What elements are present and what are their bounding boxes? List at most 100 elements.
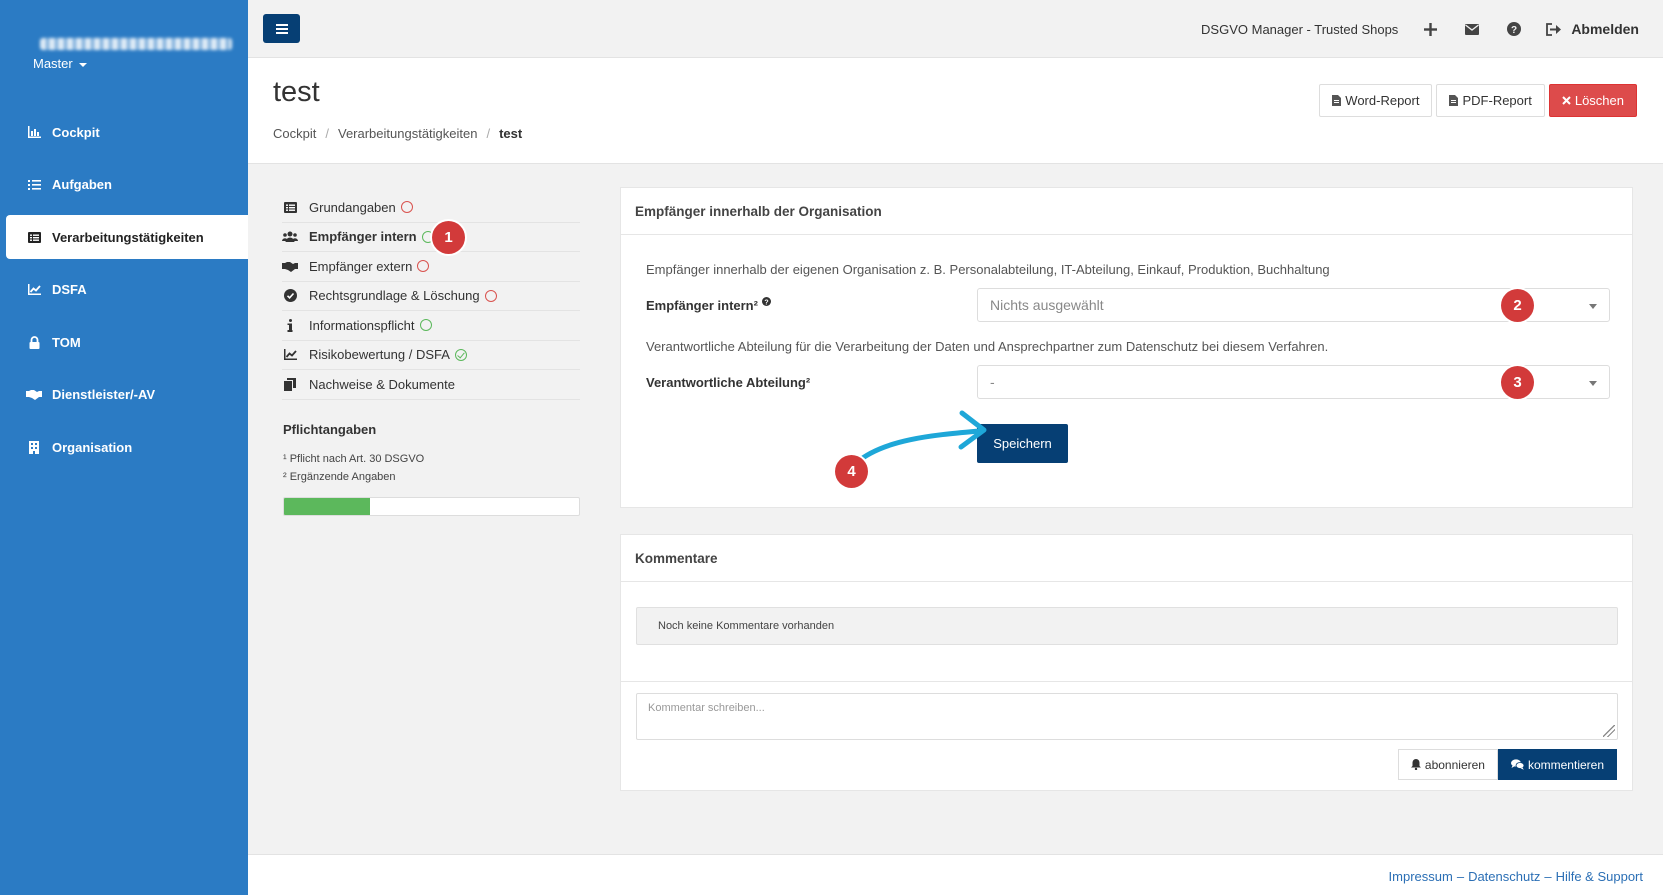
subscribe-button[interactable]: abonnieren <box>1397 749 1498 780</box>
abteilung-label: Verantwortliche Abteilung² <box>646 375 811 390</box>
sidebar-item-label: TOM <box>52 334 81 350</box>
select-value: Nichts ausgewählt <box>990 297 1104 313</box>
step-marker-4: 4 <box>835 455 868 488</box>
section-informationspflicht[interactable]: Informationspflicht <box>282 311 580 341</box>
topbar: DSGVO Manager - Trusted Shops ? Abmelden <box>248 0 1663 58</box>
caret-down-icon <box>1589 381 1597 386</box>
breadcrumb-verarbeitungstaetigkeiten[interactable]: Verarbeitungstätigkeiten <box>338 126 477 141</box>
comments-panel: Kommentare Noch keine Kommentare vorhand… <box>620 534 1633 791</box>
impressum-link[interactable]: Impressum <box>1389 869 1453 884</box>
sidebar-item-tom[interactable]: TOM <box>0 320 248 364</box>
subscribe-label: abonnieren <box>1424 757 1485 772</box>
status-incomplete-icon <box>417 260 430 273</box>
envelope-icon[interactable] <box>1462 19 1482 39</box>
section-rechtsgrundlage[interactable]: Rechtsgrundlage & Löschung <box>282 282 580 311</box>
footer-links: Impressum – Datenschutz – Hilfe & Support <box>1389 869 1643 884</box>
step-marker-3: 3 <box>1501 366 1534 399</box>
resize-handle-icon[interactable] <box>1603 725 1615 737</box>
section-nav: Grundangaben Empfänger intern 1 Empfänge… <box>282 193 580 400</box>
word-report-button[interactable]: Word-Report <box>1319 84 1433 117</box>
sidebar-item-label: Aufgaben <box>52 177 112 192</box>
master-label: Master <box>33 56 73 71</box>
footnote-ergaenzend: ² Ergänzende Angaben <box>283 471 396 483</box>
section-nachweise[interactable]: Nachweise & Dokumente <box>282 370 580 400</box>
step-marker-2: 2 <box>1501 289 1534 322</box>
user-email-blurred <box>40 38 232 50</box>
building-icon <box>26 439 42 455</box>
datenschutz-link[interactable]: Datenschutz <box>1468 869 1540 884</box>
sidebar-item-dsfa[interactable]: DSFA <box>0 268 248 312</box>
divider <box>621 681 1632 682</box>
sign-out-icon <box>1546 22 1562 36</box>
breadcrumb-current: test <box>499 126 523 141</box>
logout-button[interactable]: Abmelden <box>1546 21 1639 37</box>
copy-icon <box>282 377 298 391</box>
select-value: - <box>990 374 995 390</box>
section-empfaenger-extern[interactable]: Empfänger extern <box>282 252 580 282</box>
lock-icon <box>26 334 42 350</box>
status-incomplete-icon <box>484 289 497 302</box>
sidebar-item-dienstleister[interactable]: Dienstleister/-AV <box>0 373 248 417</box>
panel-title: Empfänger innerhalb der Organisation <box>621 188 1632 235</box>
completion-progress-bar <box>283 497 580 516</box>
empfaenger-intern-label: Empfänger intern² ? <box>646 297 771 313</box>
section-label: Risikobewertung / DSFA <box>309 347 450 363</box>
help-icon[interactable]: ? <box>1504 19 1524 39</box>
status-checked-icon <box>454 348 467 361</box>
plus-icon[interactable] <box>1420 19 1440 39</box>
pflichtangaben-title: Pflichtangaben <box>283 422 377 437</box>
footer-separator: – <box>1456 869 1465 884</box>
progress-fill <box>284 498 370 515</box>
verantwortliche-abteilung-select[interactable]: - 3 <box>977 365 1610 399</box>
breadcrumb-cockpit[interactable]: Cockpit <box>273 126 316 141</box>
pdf-report-button[interactable]: PDF-Report <box>1436 84 1545 117</box>
arrow-annotation <box>853 410 987 466</box>
brand-link[interactable]: DSGVO Manager - Trusted Shops <box>1201 22 1398 37</box>
empfaenger-description: Empfänger innerhalb der eigenen Organisa… <box>646 262 1330 277</box>
sidebar-item-cockpit[interactable]: Cockpit <box>0 110 248 154</box>
section-label: Grundangaben <box>309 199 396 215</box>
page-title: test <box>273 76 320 108</box>
master-dropdown[interactable]: Master <box>33 56 87 71</box>
comment-input[interactable]: Kommentar schreiben... <box>636 693 1618 740</box>
section-risikobewertung[interactable]: Risikobewertung / DSFA <box>282 341 580 370</box>
empfaenger-intern-select[interactable]: Nichts ausgewählt 2 <box>977 288 1610 322</box>
comment-buttons: abonnieren kommentieren <box>1397 749 1617 780</box>
word-report-label: Word-Report <box>1345 93 1420 108</box>
hilfe-support-link[interactable]: Hilfe & Support <box>1556 869 1643 884</box>
sidebar-item-aufgaben[interactable]: Aufgaben <box>0 163 248 207</box>
comments-title: Kommentare <box>621 535 1632 582</box>
section-grundangaben[interactable]: Grundangaben <box>282 193 580 223</box>
sidebar-item-verarbeitungstaetigkeiten[interactable]: Verarbeitungstätigkeiten <box>6 215 248 259</box>
info-icon <box>282 318 298 332</box>
section-empfaenger-intern[interactable]: Empfänger intern 1 <box>282 220 580 254</box>
pdf-report-label: PDF-Report <box>1462 93 1532 108</box>
users-icon <box>282 231 298 243</box>
section-label: Empfänger intern <box>309 229 417 245</box>
comment-button[interactable]: kommentieren <box>1497 749 1617 780</box>
sidebar-item-organisation[interactable]: Organisation <box>0 425 248 469</box>
comments-icon <box>1510 759 1524 770</box>
page-header: test Cockpit / Verarbeitungstätigkeiten / te… <box>248 58 1663 164</box>
abteilung-description: Verantwortliche Abteilung für die Verarb… <box>646 339 1329 354</box>
svg-text:?: ? <box>764 299 768 306</box>
delete-label: Löschen <box>1574 93 1624 108</box>
sidebar-nav: Cockpit Aufgaben Verarbeitungstätigkeite… <box>0 110 248 478</box>
topbar-right: DSGVO Manager - Trusted Shops ? Abmelden <box>1201 0 1639 58</box>
status-complete-icon <box>419 319 432 332</box>
chart-bar-icon <box>26 124 42 140</box>
delete-button[interactable]: Löschen <box>1548 84 1637 117</box>
menu-toggle-button[interactable] <box>263 14 300 43</box>
chart-line-icon <box>282 349 298 361</box>
breadcrumb-separator: / <box>486 126 491 141</box>
header-buttons: Word-Report PDF-Report Löschen <box>1319 84 1637 117</box>
breadcrumb: Cockpit / Verarbeitungstätigkeiten / test <box>273 126 522 141</box>
status-incomplete-icon <box>400 201 413 214</box>
question-circle-icon: ? <box>761 297 771 306</box>
section-label: Empfänger extern <box>309 258 413 274</box>
no-comments-message: Noch keine Kommentare vorhanden <box>636 607 1618 645</box>
empfaenger-panel: Empfänger innerhalb der Organisation Emp… <box>620 187 1633 508</box>
handshake-icon <box>282 261 298 272</box>
list-alt-icon <box>282 201 298 213</box>
footer-separator: – <box>1544 869 1552 884</box>
